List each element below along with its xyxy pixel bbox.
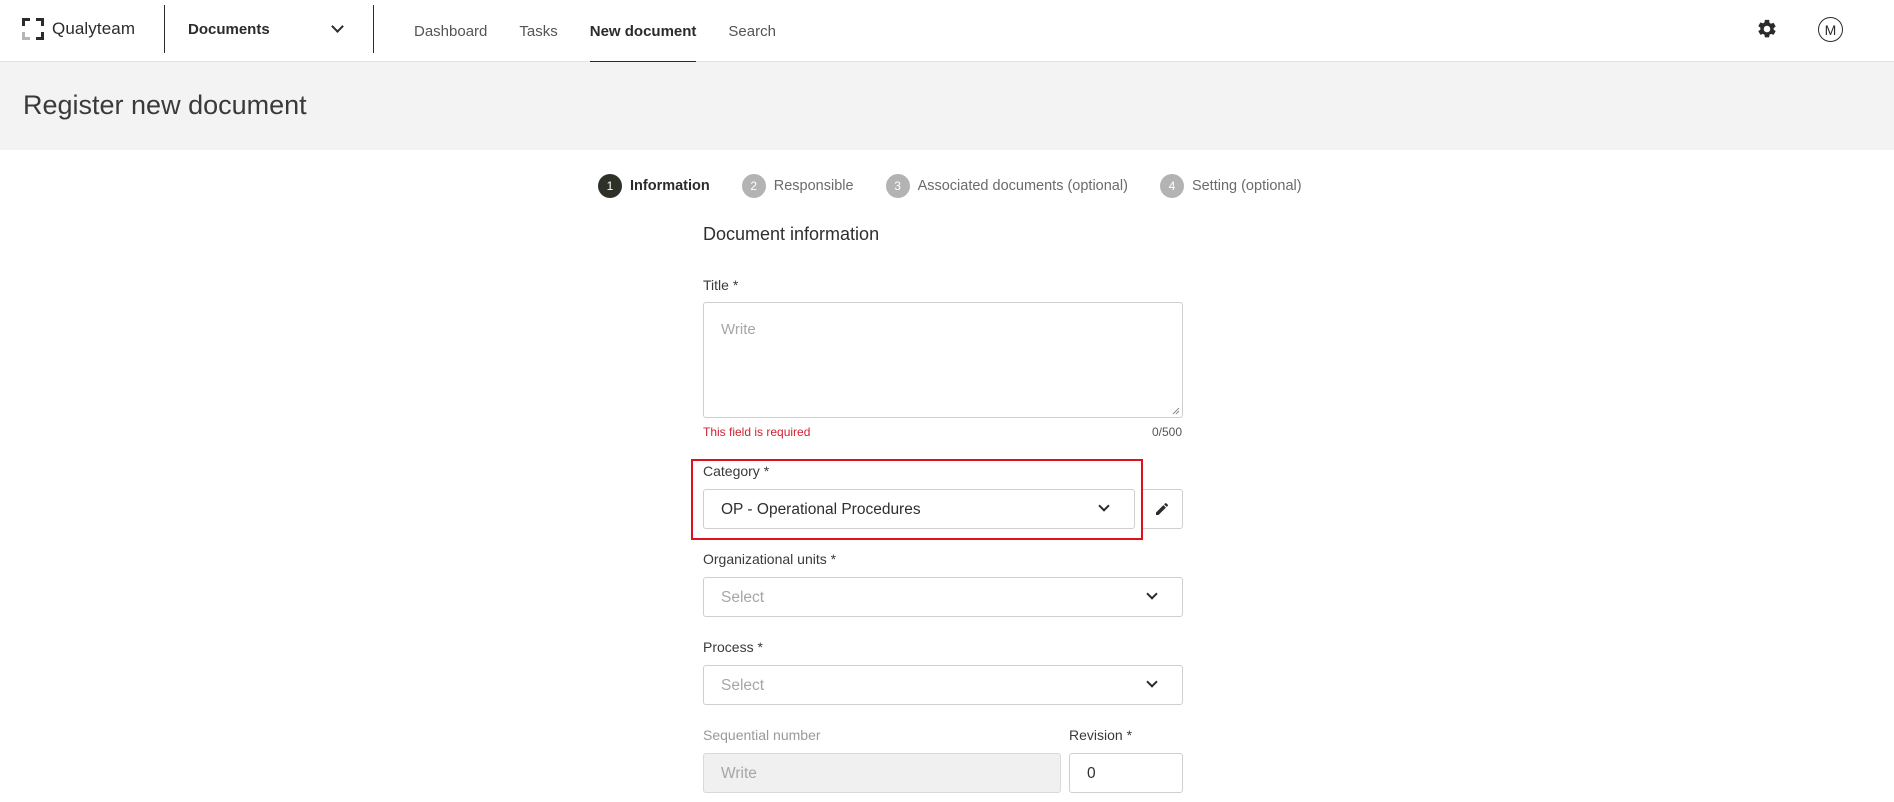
module-selector-label: Documents (188, 20, 270, 38)
title-char-counter: 0/500 (1152, 425, 1183, 439)
step-label: Responsible (773, 178, 854, 194)
user-avatar[interactable]: M (1818, 17, 1843, 42)
step-number: 4 (1159, 174, 1184, 198)
page-title: Register new document (23, 90, 307, 120)
step-label: Associated documents (optional) (917, 178, 1128, 194)
step-number: 2 (741, 174, 766, 198)
edit-category-button[interactable] (1141, 489, 1183, 529)
app-name: Qualyteam (52, 19, 136, 38)
revision-input[interactable]: 0 (1069, 753, 1183, 793)
nav-dashboard[interactable]: Dashboard (414, 0, 487, 62)
step-label: Setting (optional) (1191, 178, 1302, 194)
step-number: 1 (598, 174, 622, 198)
revision-label: Revision * (1069, 727, 1133, 743)
title-error-message: This field is required (703, 425, 811, 439)
category-highlight-box (691, 459, 1143, 540)
step-associated-documents[interactable]: 3 Associated documents (optional) (885, 174, 1128, 198)
org-units-select[interactable]: Select (703, 577, 1183, 617)
app-logo[interactable]: Qualyteam (22, 17, 135, 41)
revision-value: 0 (1087, 765, 1096, 782)
step-label: Information (630, 178, 710, 194)
navbar-divider (373, 5, 374, 53)
nav-search[interactable]: Search (728, 0, 776, 62)
pencil-icon (1156, 502, 1169, 515)
module-selector[interactable]: Documents (188, 17, 348, 41)
main-nav: Dashboard Tasks New document Search (414, 0, 808, 63)
nav-tasks[interactable]: Tasks (519, 0, 557, 62)
step-responsible[interactable]: 2 Responsible (741, 174, 854, 198)
section-title: Document information (703, 224, 880, 244)
wizard-stepper: 1 Information 2 Responsible 3 Associated… (598, 174, 1334, 198)
title-label: Title * (703, 277, 739, 293)
resize-handle-icon[interactable] (1172, 407, 1180, 415)
chevron-down-icon (1146, 676, 1158, 688)
org-units-label: Organizational units * (703, 551, 837, 567)
qualyteam-logo-icon (22, 18, 44, 40)
chevron-down-icon (331, 20, 344, 33)
process-select[interactable]: Select (703, 665, 1183, 705)
title-placeholder: Write (721, 321, 756, 338)
process-placeholder: Select (721, 677, 765, 694)
step-information[interactable]: 1 Information (598, 174, 710, 198)
gear-icon[interactable] (1756, 18, 1778, 40)
sequential-number-placeholder: Write (721, 765, 757, 782)
title-textarea[interactable]: Write (703, 302, 1183, 418)
top-navbar: Qualyteam Documents Dashboard Tasks New … (0, 0, 1894, 63)
chevron-down-icon (1146, 588, 1158, 600)
sequential-number-input: Write (703, 753, 1061, 793)
step-setting[interactable]: 4 Setting (optional) (1159, 174, 1302, 198)
step-number: 3 (885, 174, 910, 198)
page-header: Register new document (0, 62, 1894, 150)
navbar-divider (164, 5, 165, 53)
nav-new-document[interactable]: New document (589, 0, 696, 63)
org-units-placeholder: Select (721, 589, 765, 606)
process-label: Process * (703, 639, 763, 655)
sequential-number-label: Sequential number (703, 727, 821, 743)
